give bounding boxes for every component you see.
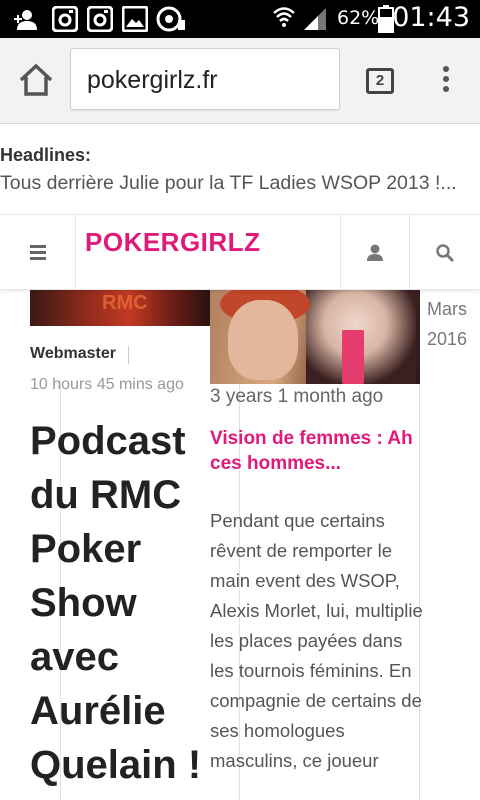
site-logo[interactable]: POKERGIRLZ bbox=[85, 227, 260, 258]
article-title[interactable]: Podcast du RMC Poker Show avec Aurélie Q… bbox=[30, 414, 208, 792]
divider bbox=[128, 346, 129, 364]
overflow-menu-icon[interactable] bbox=[436, 66, 456, 96]
article-thumbnail[interactable]: RMC bbox=[30, 290, 210, 326]
url-text: pokergirlz.fr bbox=[87, 66, 218, 94]
person-add-icon bbox=[14, 10, 37, 30]
headline-link[interactable]: Tous derrière Julie pour la TF Ladies WS… bbox=[0, 172, 457, 195]
article-timestamp: 10 hours 45 mins ago bbox=[30, 376, 184, 393]
user-icon bbox=[367, 244, 383, 261]
user-account-button[interactable] bbox=[340, 215, 409, 289]
article-author[interactable]: Webmaster bbox=[30, 345, 116, 363]
headlines-label: Headlines: bbox=[0, 145, 92, 165]
clock: 01:43 bbox=[392, 2, 470, 33]
search-button[interactable] bbox=[409, 215, 480, 289]
article-list: RMC Webmaster 10 hours 45 mins ago Podca… bbox=[0, 290, 480, 800]
browser-toolbar: pokergirlz.fr 2 bbox=[0, 38, 480, 124]
url-bar[interactable]: pokergirlz.fr bbox=[70, 48, 340, 110]
battery-percent: 62% bbox=[337, 7, 380, 29]
instagram-icon bbox=[87, 6, 113, 32]
home-icon[interactable] bbox=[16, 60, 56, 100]
thumbnail-logo-text: RMC bbox=[102, 292, 148, 314]
article-timestamp: 3 years 1 month ago bbox=[210, 386, 384, 407]
article-thumbnail[interactable] bbox=[210, 290, 420, 384]
status-bar: 62% 01:43 bbox=[0, 0, 480, 38]
thumbnail-figure bbox=[228, 300, 298, 380]
signal-icon bbox=[304, 8, 326, 30]
instagram-icon bbox=[52, 6, 78, 32]
site-navbar: POKERGIRLZ bbox=[0, 214, 480, 290]
article-title[interactable]: Vision de femmes : Ah ces hommes... bbox=[210, 426, 420, 476]
article-excerpt: Pendant que certains rêvent de remporter… bbox=[210, 510, 423, 771]
thumbnail-figure bbox=[342, 330, 364, 384]
image-icon bbox=[122, 6, 148, 32]
headlines-ticker: Headlines: Tous derrière Julie pour la T… bbox=[0, 124, 480, 214]
article-date: Mars 2016 bbox=[427, 299, 468, 349]
tab-switcher-button[interactable]: 2 bbox=[366, 68, 394, 94]
media-icon bbox=[156, 6, 185, 32]
wifi-icon bbox=[273, 7, 295, 27]
search-icon bbox=[436, 244, 454, 262]
hamburger-menu-icon[interactable] bbox=[0, 215, 76, 289]
